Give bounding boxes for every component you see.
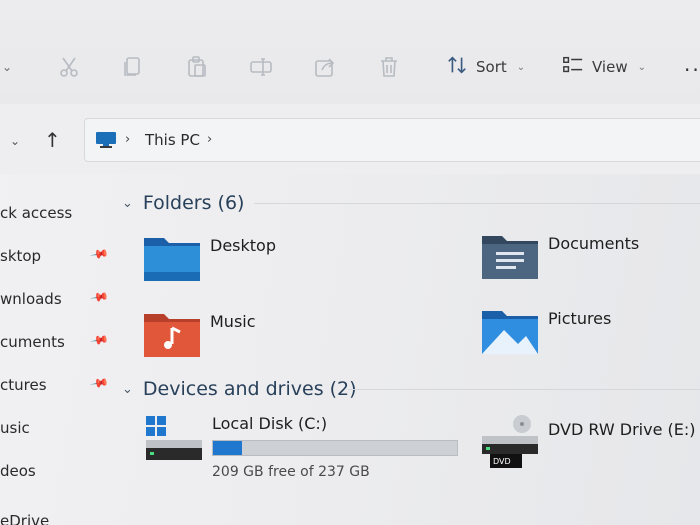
pictures-folder-icon bbox=[480, 307, 540, 357]
view-button[interactable]: View ⌄ bbox=[562, 54, 646, 80]
sidebar-item-label: eDrive bbox=[0, 512, 50, 525]
chevron-down-icon: ⌄ bbox=[122, 195, 133, 211]
folder-name: Music bbox=[210, 312, 256, 331]
section-divider bbox=[254, 203, 700, 204]
folder-name: Documents bbox=[548, 234, 640, 253]
sidebar-item-label: cuments bbox=[0, 333, 65, 351]
breadcrumb-expand-icon[interactable]: › bbox=[207, 132, 212, 147]
breadcrumb-separator-icon: › bbox=[125, 132, 131, 147]
sort-arrows-icon bbox=[446, 54, 468, 80]
this-pc-monitor-icon bbox=[95, 131, 117, 149]
windows-drive-icon bbox=[144, 414, 204, 470]
chevron-down-icon: ⌄ bbox=[637, 61, 646, 73]
navigation-bar: ⌄ ↑ › This PC › bbox=[0, 104, 700, 174]
pin-icon: 📌 bbox=[89, 243, 110, 265]
folder-music[interactable]: Music bbox=[142, 310, 402, 370]
drive-name: Local Disk (C:) bbox=[212, 414, 328, 433]
cut-icon[interactable] bbox=[54, 52, 84, 82]
music-folder-icon bbox=[142, 310, 202, 360]
folder-name: Pictures bbox=[548, 309, 612, 328]
sidebar-item-desktop[interactable]: sktop 📌 bbox=[0, 239, 118, 275]
folders-heading: Folders (6) bbox=[142, 192, 245, 214]
up-arrow-icon[interactable]: ↑ bbox=[44, 128, 61, 152]
view-label: View bbox=[592, 58, 628, 76]
sidebar-item-label: ctures bbox=[0, 376, 47, 394]
dvd-badge: DVD bbox=[493, 457, 511, 466]
devices-heading: Devices and drives (2) bbox=[142, 378, 357, 400]
folder-documents[interactable]: Documents bbox=[480, 232, 700, 292]
drive-usage-fill bbox=[213, 441, 242, 455]
file-explorer-window: ⌄ Sort ⌄ View ⌄ .. ⌄ ↑ › This PC › ck ac… bbox=[0, 0, 700, 525]
sidebar-item-label: deos bbox=[0, 462, 36, 480]
drive-name: DVD RW Drive (E:) bbox=[548, 420, 696, 439]
drive-local-disk-c[interactable]: Local Disk (C:) 209 GB free of 237 GB bbox=[144, 414, 464, 484]
chevron-down-icon: ⌄ bbox=[516, 61, 526, 73]
sidebar-item-label: sktop bbox=[0, 247, 42, 265]
command-bar: ⌄ Sort ⌄ View ⌄ .. bbox=[0, 0, 700, 104]
delete-icon[interactable] bbox=[374, 52, 404, 82]
folders-section-header[interactable]: ⌄ Folders (6) bbox=[122, 190, 244, 216]
sidebar-item-pictures[interactable]: ctures 📌 bbox=[0, 368, 118, 404]
sidebar-item-documents[interactable]: cuments 📌 bbox=[0, 325, 118, 361]
pin-icon: 📌 bbox=[89, 372, 110, 394]
content-pane: ⌄ Folders (6) Desktop Documents Music Pi… bbox=[118, 174, 700, 525]
sidebar-item-downloads[interactable]: wnloads 📌 bbox=[0, 282, 118, 318]
rename-icon[interactable] bbox=[246, 52, 276, 82]
pin-icon: 📌 bbox=[89, 286, 110, 308]
recent-locations-chevron-icon[interactable]: ⌄ bbox=[10, 134, 20, 148]
devices-section-header[interactable]: ⌄ Devices and drives (2) bbox=[122, 376, 357, 402]
paste-icon[interactable] bbox=[182, 52, 212, 82]
folder-pictures[interactable]: Pictures bbox=[480, 307, 700, 367]
sidebar-item-label: ck access bbox=[0, 204, 73, 222]
navigation-pane: ck access sktop 📌 wnloads 📌 cuments 📌 ct… bbox=[0, 174, 118, 525]
sort-button[interactable]: Sort ⌄ bbox=[446, 54, 525, 80]
copy-icon[interactable] bbox=[118, 52, 148, 82]
sidebar-item-label: usic bbox=[0, 419, 30, 437]
sidebar-item-quick-access[interactable]: ck access bbox=[0, 196, 118, 232]
folder-name: Desktop bbox=[210, 236, 276, 255]
sort-label: Sort bbox=[476, 58, 507, 76]
drive-free-space: 209 GB free of 237 GB bbox=[212, 464, 370, 480]
breadcrumb-this-pc[interactable]: This PC bbox=[145, 131, 200, 149]
desktop-folder-icon bbox=[142, 234, 202, 284]
sidebar-item-label: wnloads bbox=[0, 290, 62, 308]
view-list-icon bbox=[562, 54, 584, 80]
drive-usage-bar bbox=[212, 440, 458, 456]
section-divider bbox=[348, 389, 700, 390]
new-dropdown-chevron-icon[interactable]: ⌄ bbox=[2, 60, 12, 74]
sidebar-item-music[interactable]: usic bbox=[0, 411, 118, 447]
chevron-down-icon: ⌄ bbox=[122, 381, 133, 397]
pin-icon: 📌 bbox=[89, 329, 110, 351]
drive-dvd-rw-e[interactable]: DVD DVD RW Drive (E:) bbox=[480, 414, 700, 484]
sidebar-item-onedrive[interactable]: eDrive bbox=[0, 504, 118, 525]
documents-folder-icon bbox=[480, 232, 540, 282]
sidebar-item-videos[interactable]: deos bbox=[0, 454, 118, 490]
share-icon[interactable] bbox=[310, 52, 340, 82]
more-options-icon[interactable]: ... bbox=[684, 52, 700, 76]
address-bar[interactable]: › This PC › bbox=[84, 118, 700, 162]
folder-desktop[interactable]: Desktop bbox=[142, 234, 402, 294]
